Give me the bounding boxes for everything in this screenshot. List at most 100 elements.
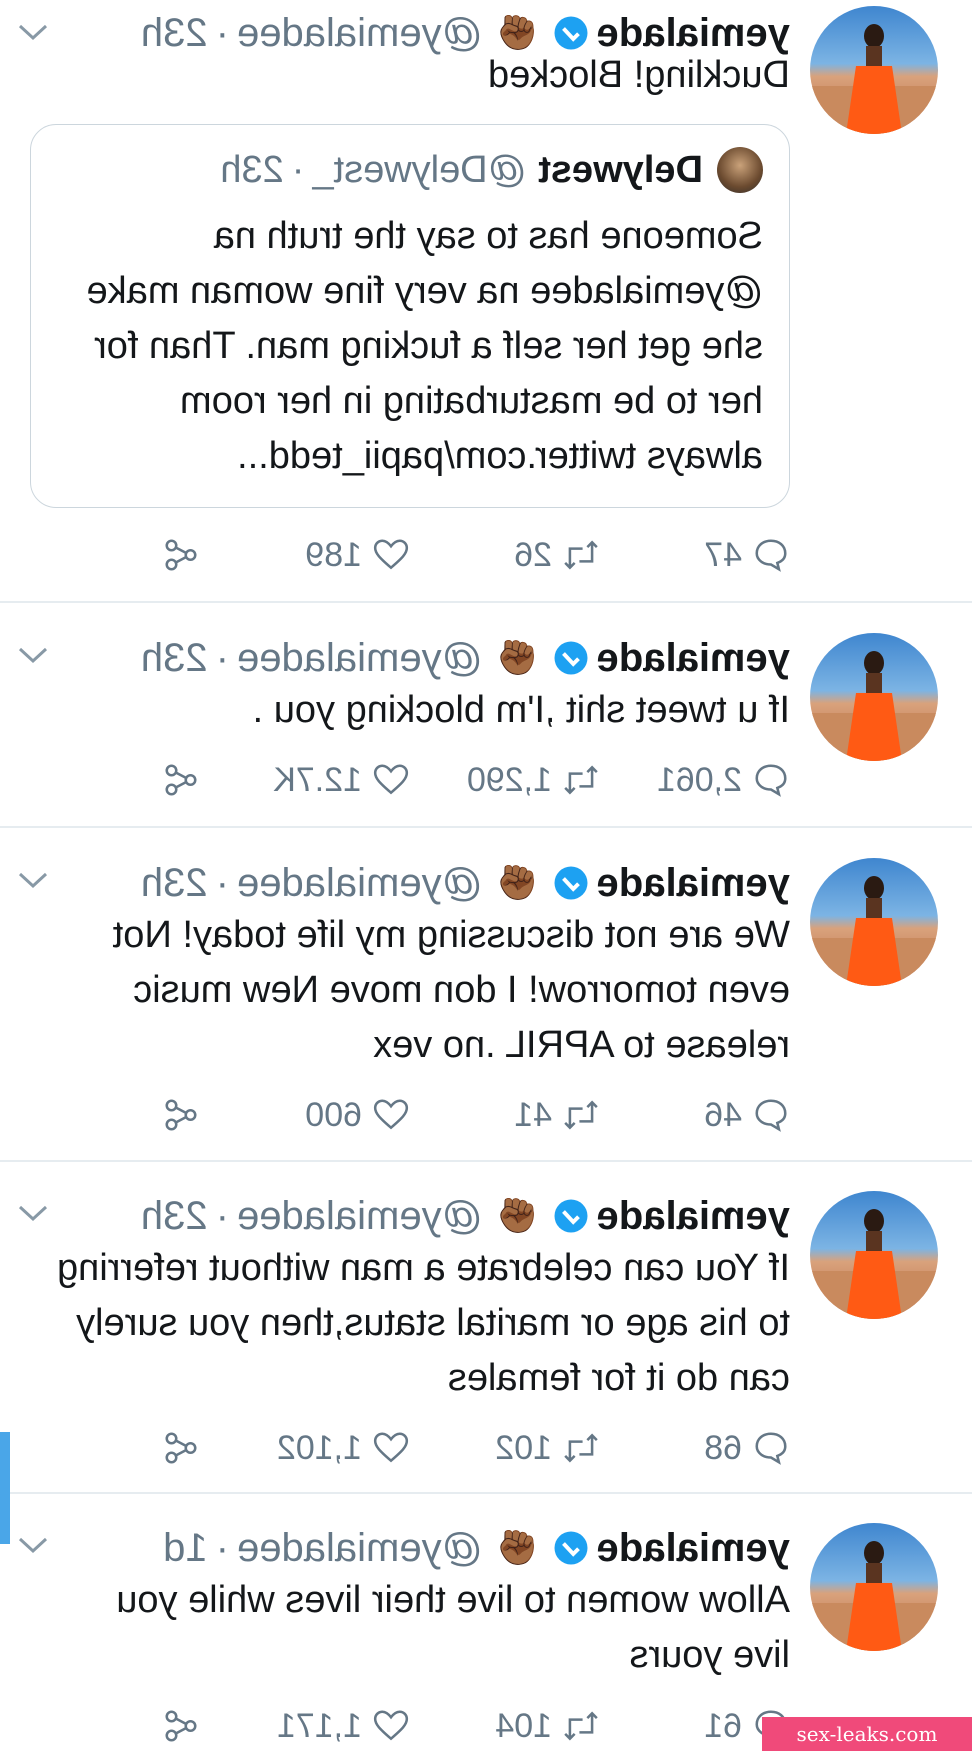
verified-badge-icon [554,1199,588,1233]
timestamp[interactable]: 23h [141,1194,208,1239]
heart-icon [373,764,409,795]
user-handle[interactable]: @yemialadee [237,1194,482,1239]
separator-dot: · [215,635,229,680]
user-handle[interactable]: @yemialadee [237,1526,482,1571]
user-handle[interactable]: @yemialadee [237,861,482,906]
tweet-text: If u tweet shit ,I'm blocking you . [252,689,790,731]
reply-button[interactable]: 46 [704,1092,790,1138]
tweet-text: Duckling! Blocked [487,54,790,96]
retweet-count: 104 [495,1706,552,1745]
display-name[interactable]: yemialade [597,1194,790,1239]
separator-dot: · [215,1193,229,1238]
reply-icon [755,764,787,797]
avatar[interactable] [810,1523,938,1651]
avatar-image [810,24,938,134]
tweet-header: yemialade ✊🏾 @yemialadee · 23h [141,633,790,683]
share-icon [165,1099,197,1131]
like-count: 600 [305,1095,362,1134]
separator-dot: · [215,860,229,905]
reply-button[interactable]: 68 [704,1425,790,1471]
raised-fist-emoji: ✊🏾 [496,1197,539,1235]
retweet-count: 102 [495,1428,552,1467]
verified-badge-icon [554,866,588,900]
avatar-image [810,1541,938,1651]
heart-icon [373,1432,409,1463]
tweet-header: yemialade ✊🏾 @yemialadee · 23h [141,858,790,908]
share-icon [165,539,197,571]
separator-dot: · [291,148,305,191]
display-name[interactable]: yemialade [597,1526,790,1571]
chevron-down-icon[interactable] [16,20,50,44]
quoted-display-name: Delywest [538,148,703,191]
tweet-text: We are not discussing my life today! Not… [112,914,790,1066]
reply-icon [755,1432,787,1465]
retweet-count: 1,290 [466,760,552,799]
tweet-actions: 47 26 189 [165,532,790,578]
like-button[interactable]: 600 [305,1092,410,1138]
raised-fist-emoji: ✊🏾 [496,864,539,902]
separator-dot: · [215,1525,229,1570]
avatar[interactable] [810,858,938,986]
avatar[interactable] [810,633,938,761]
scroll-indicator [0,1432,10,1544]
retweet-icon [564,765,598,795]
tweet-feed: yemialade ✊🏾 @yemialadee · 23h Duckling!… [0,0,972,1751]
divider [0,601,972,603]
quoted-tweet-text: Someone has to say the truth na @yemiala… [86,215,763,477]
share-icon [165,1432,197,1464]
like-button[interactable]: 189 [305,532,410,578]
chevron-down-icon[interactable] [16,643,50,667]
heart-icon [373,539,409,570]
tweet-actions: 68 102 1,102 [165,1425,790,1471]
timestamp[interactable]: 23h [141,636,208,681]
like-button[interactable]: 1,171 [277,1703,410,1749]
retweet-button[interactable]: 104 [495,1703,600,1749]
share-button[interactable] [152,757,200,803]
reply-count: 68 [704,1428,742,1467]
like-count: 1,171 [276,1706,362,1745]
watermark: sex-leaks.com [762,1717,972,1751]
like-button[interactable]: 1,102 [277,1425,410,1471]
chevron-down-icon[interactable] [16,1533,50,1557]
reply-button[interactable]: 2,061 [657,757,790,803]
reply-button[interactable]: 47 [704,532,790,578]
verified-badge-icon [554,16,588,50]
display-name[interactable]: yemialade [597,636,790,681]
quoted-tweet[interactable]: Delywest @Delywest_ · 23h Someone has to… [30,124,790,508]
chevron-down-icon[interactable] [16,868,50,892]
avatar-image [810,876,938,986]
retweet-button[interactable]: 41 [514,1092,600,1138]
verified-badge-icon [554,641,588,675]
share-button[interactable] [152,1425,200,1471]
display-name[interactable]: yemialade [597,861,790,906]
retweet-button[interactable]: 26 [514,532,600,578]
heart-icon [373,1099,409,1130]
raised-fist-emoji: ✊🏾 [496,14,539,52]
retweet-button[interactable]: 102 [495,1425,600,1471]
retweet-button[interactable]: 1,290 [467,757,600,803]
quoted-tweet-header: Delywest @Delywest_ · 23h [220,147,763,193]
chevron-down-icon[interactable] [16,1201,50,1225]
verified-badge-icon [554,1531,588,1565]
heart-icon [373,1710,409,1741]
avatar[interactable] [810,1191,938,1319]
share-button[interactable] [152,1703,200,1749]
timestamp[interactable]: 1d [163,1526,208,1571]
avatar[interactable] [810,6,938,134]
tweet-text: Allow women to live their lives while yo… [116,1579,790,1676]
raised-fist-emoji: ✊🏾 [496,639,539,677]
like-button[interactable]: 12.7K [273,757,410,803]
user-handle[interactable]: @yemialadee [237,636,482,681]
share-button[interactable] [152,1092,200,1138]
retweet-icon [564,540,598,570]
timestamp[interactable]: 23h [141,861,208,906]
divider [0,1160,972,1162]
tweet-text: If You can celebrate a man without refer… [56,1247,790,1399]
retweet-icon [564,1100,598,1130]
reply-count: 47 [704,535,742,574]
retweet-icon [564,1711,598,1741]
share-button[interactable] [152,532,200,578]
quoted-avatar [717,147,763,193]
retweet-icon [564,1433,598,1463]
reply-count: 46 [704,1095,742,1134]
